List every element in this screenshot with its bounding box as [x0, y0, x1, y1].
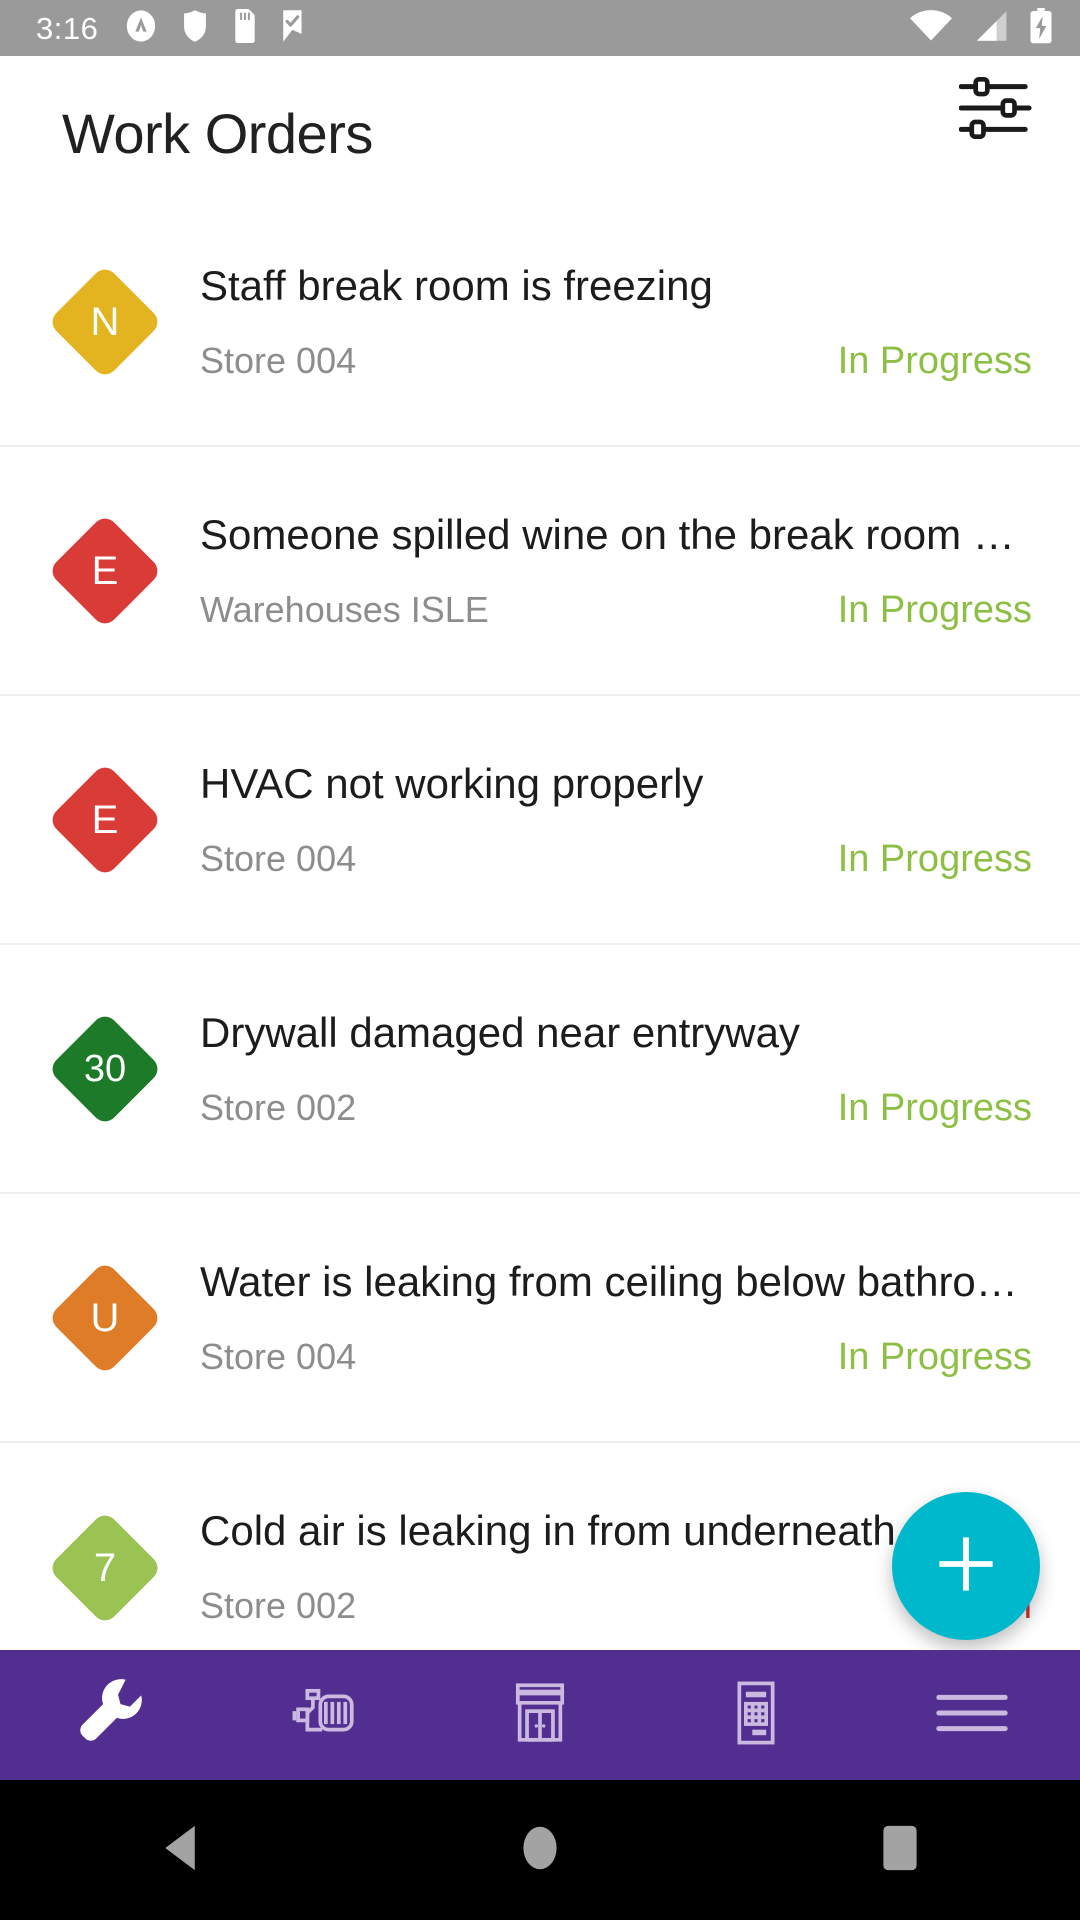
system-navigation-bar [0, 1780, 1080, 1920]
report-document-icon [719, 1676, 793, 1755]
store-front-icon [503, 1676, 577, 1755]
work-order-title: Staff break room is freezing [200, 262, 713, 309]
system-back-button[interactable] [0, 1780, 360, 1920]
nav-item-equipment[interactable] [216, 1650, 432, 1780]
priority-badge: U [47, 1259, 163, 1376]
table-row[interactable]: E Someone spilled wine on the break room… [0, 447, 1080, 696]
priority-badge: 7 [47, 1509, 163, 1626]
status-bar: 3:16 [0, 0, 1080, 56]
status-bar-system-icons [910, 7, 1054, 49]
status-bar-notification-icons [124, 8, 310, 48]
status-badge: In Progress [837, 1336, 1032, 1378]
priority-badge-label: N [90, 299, 120, 344]
work-order-title: Water is leaking from ceiling below bath… [200, 1258, 1018, 1305]
table-row[interactable]: U Water is leaking from ceiling below ba… [0, 1194, 1080, 1443]
work-order-body: Staff break room is freezing Store 004 I… [200, 198, 1080, 445]
bottom-navigation-bar [0, 1650, 1080, 1780]
work-order-title: Drywall damaged near entryway [200, 1009, 800, 1056]
table-row[interactable]: E HVAC not working properly Store 004 In… [0, 696, 1080, 945]
nav-item-work-orders[interactable] [0, 1650, 216, 1780]
home-icon [520, 1824, 560, 1877]
work-order-location: Store 004 [200, 1336, 357, 1377]
battery-charging-icon [1028, 7, 1054, 49]
table-row[interactable]: 30 Drywall damaged near entryway Store 0… [0, 945, 1080, 1194]
add-work-order-button[interactable] [892, 1492, 1040, 1640]
wrench-icon [67, 1672, 149, 1759]
table-row[interactable]: N Staff break room is freezing Store 004… [0, 198, 1080, 447]
plus-icon [935, 1533, 997, 1600]
system-recents-button[interactable] [720, 1780, 1080, 1920]
nav-item-stores[interactable] [432, 1650, 648, 1780]
nav-item-reports[interactable] [648, 1650, 864, 1780]
work-order-list[interactable]: N Staff break room is freezing Store 004… [0, 198, 1080, 1692]
back-icon [159, 1824, 201, 1877]
work-order-body: Drywall damaged near entryway Store 002 … [200, 945, 1080, 1192]
work-order-location: Store 002 [200, 1087, 357, 1128]
work-order-title: Someone spilled wine on the break room … [200, 511, 1015, 558]
app-badge-icon [124, 9, 158, 48]
work-order-location: Store 002 [200, 1585, 357, 1626]
work-order-body: Water is leaking from ceiling below bath… [200, 1194, 1080, 1441]
priority-badge-label: U [90, 1295, 120, 1340]
priority-badge-label: 7 [93, 1545, 117, 1590]
work-order-body: Someone spilled wine on the break room …… [200, 447, 1080, 694]
work-order-location: Warehouses ISLE [200, 589, 489, 630]
status-badge: In Progress [837, 1087, 1032, 1129]
motor-pump-icon [287, 1676, 361, 1755]
priority-badge-label: 30 [83, 1047, 127, 1090]
filter-button[interactable] [952, 70, 1044, 150]
page-title: Work Orders [62, 102, 373, 165]
phone-screen: 3:16 Work Orders N Staff break room is f… [0, 0, 1080, 1920]
wifi-icon [910, 9, 952, 48]
app-bar: Work Orders [0, 56, 1080, 254]
status-badge: In Progress [837, 340, 1032, 382]
recents-icon [881, 1824, 919, 1877]
system-home-button[interactable] [360, 1780, 720, 1920]
status-bar-clock: 3:16 [36, 10, 99, 46]
nav-item-menu[interactable] [864, 1650, 1080, 1780]
work-order-body: HVAC not working properly Store 004 In P… [200, 696, 1080, 943]
hamburger-menu-icon [933, 1683, 1011, 1748]
sd-card-icon [232, 8, 258, 48]
work-order-location: Store 004 [200, 340, 357, 381]
priority-badge: E [47, 761, 163, 878]
cell-signal-icon [972, 9, 1008, 48]
shield-icon [180, 9, 210, 48]
check-flag-icon [280, 9, 310, 48]
priority-badge: N [47, 263, 163, 380]
status-badge: In Progress [837, 589, 1032, 631]
status-badge: In Progress [837, 838, 1032, 880]
sliders-filter-icon [958, 75, 1037, 146]
priority-badge: E [47, 512, 163, 629]
priority-badge-label: E [91, 797, 119, 842]
work-order-title: HVAC not working properly [200, 760, 704, 807]
work-order-location: Store 004 [200, 838, 357, 879]
priority-badge: 30 [47, 1010, 163, 1127]
priority-badge-label: E [91, 548, 119, 593]
